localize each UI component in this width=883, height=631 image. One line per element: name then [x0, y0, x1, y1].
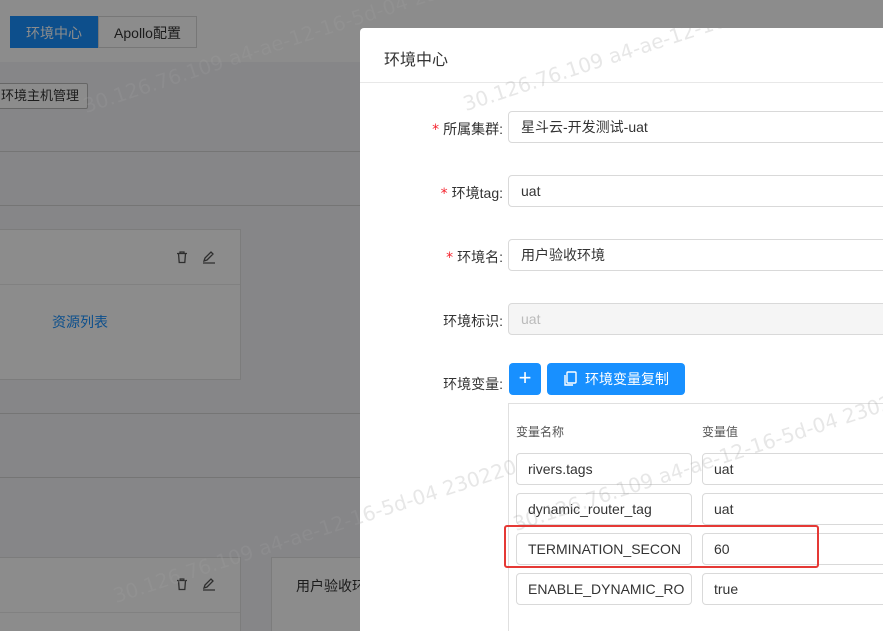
env-vars-label: 环境变量:	[443, 376, 503, 392]
var-value-input[interactable]: true	[702, 573, 883, 605]
highlight-box	[504, 525, 819, 568]
var-value-input[interactable]: uat	[702, 493, 883, 525]
copy-variables-button[interactable]: 环境变量复制	[547, 363, 685, 395]
env-id-input: uat	[508, 303, 883, 335]
cluster-select[interactable]: 星斗云-开发测试-uat	[508, 111, 883, 143]
env-tag-label: * 环境tag:	[440, 185, 503, 202]
var-name-input[interactable]: ENABLE_DYNAMIC_RO	[516, 573, 692, 605]
required-mark: *	[432, 122, 440, 138]
add-variable-button[interactable]: +	[509, 363, 541, 395]
copy-icon	[564, 371, 577, 386]
col-header-value: 变量值	[702, 425, 739, 439]
env-id-label: 环境标识:	[443, 313, 503, 329]
modal-title: 环境中心	[384, 52, 449, 69]
copy-variables-label: 环境变量复制	[585, 371, 669, 387]
col-header-name: 变量名称	[516, 425, 565, 439]
cluster-label: * 所属集群:	[432, 121, 503, 138]
env-tag-input[interactable]: uat	[508, 175, 883, 207]
required-mark: *	[446, 250, 454, 266]
required-mark: *	[440, 186, 448, 202]
env-name-label: * 环境名:	[446, 249, 503, 266]
env-name-input[interactable]: 用户验收环境	[508, 239, 883, 271]
